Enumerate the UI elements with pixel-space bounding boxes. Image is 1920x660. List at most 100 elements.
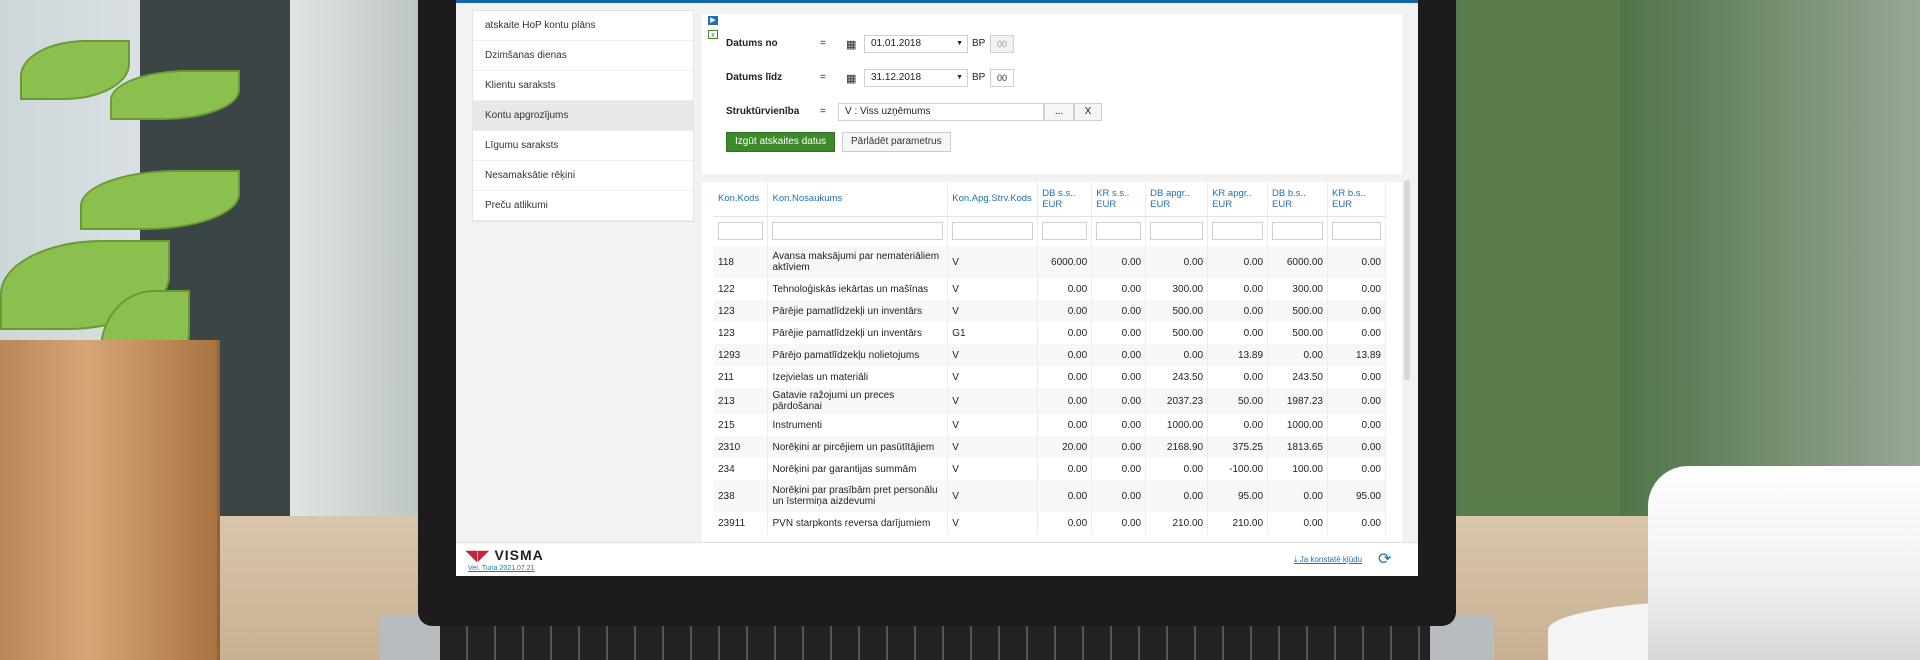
table-cell: 13.89	[1327, 344, 1387, 366]
col-header-kr-bs[interactable]: KR b.s.. EUR	[1327, 182, 1387, 217]
visma-logo: ◥◤ VISMA	[466, 547, 544, 564]
date-to-input[interactable]: 31.12.2018 ▼	[864, 69, 968, 87]
date-from-input[interactable]: 01.01.2018 ▼	[864, 35, 968, 53]
sidebar-item-dzimsanas-dienas[interactable]: Dzimšanas dienas	[473, 41, 693, 71]
refresh-icon[interactable]: ⟳	[1378, 549, 1391, 569]
download-icon: ⤓	[1294, 555, 1298, 564]
table-cell: 0.00	[1327, 512, 1387, 534]
col-header-kr-ss[interactable]: KR s.s.. EUR	[1091, 182, 1147, 217]
table-cell: Instrumenti	[767, 414, 949, 436]
filter-input-db-ss[interactable]	[1042, 222, 1088, 241]
table-row[interactable]: 238 Norēķini par prasībām pret personālu …	[714, 480, 1387, 512]
table-cell: 13.89	[1207, 344, 1269, 366]
date-from-code[interactable]: 00	[990, 35, 1014, 53]
filter-input-kr-apgr[interactable]	[1212, 222, 1264, 241]
filter-input-kr-bs[interactable]	[1331, 222, 1381, 241]
filter-cell	[1267, 216, 1328, 246]
reload-params-button[interactable]: Pārlādēt parametrus	[842, 132, 951, 152]
report-error-link[interactable]: ⤓ Ja konstatē kļūdu	[1294, 555, 1362, 565]
sidebar-item-hop-kontu-plans[interactable]: atskaite HoP kontu plāns	[473, 11, 693, 41]
table-row[interactable]: 213 Gatavie ražojumi un preces pārdošanai…	[714, 388, 1387, 414]
grid-scrollbar[interactable]	[1404, 180, 1410, 380]
dropdown-arrow-icon[interactable]: ▼	[956, 70, 963, 86]
col-header-db-bs[interactable]: DB b.s.. EUR	[1267, 182, 1328, 217]
version-link[interactable]: Ver. Tuna 2021.07.21	[468, 565, 535, 572]
unit-eq: =	[820, 106, 826, 117]
table-cell: 2168.90	[1145, 436, 1209, 458]
report-parameters: ▶ x Datums no = ▦ 01.01.2018 ▼ BP 00 Dat…	[702, 14, 1402, 174]
sidebar-item-nesamaksatie-rekini[interactable]: Nesamaksātie rēķini	[473, 161, 693, 191]
filter-input-strv-kods[interactable]	[952, 222, 1034, 241]
sidebar-item-precu-atlikumi[interactable]: Preču atlikumi	[473, 191, 693, 221]
col-header-kods[interactable]: Kon.Kods	[714, 182, 769, 217]
table-cell: 2310	[714, 436, 769, 458]
table-cell: 1813.65	[1267, 436, 1328, 458]
col-header-kr-apgr[interactable]: KR apgr.. EUR	[1207, 182, 1269, 217]
table-row[interactable]: 123 Pārējie pamatlīdzekļi un inventārs G1 0…	[714, 322, 1387, 344]
date-to-code[interactable]: 00	[990, 69, 1014, 87]
table-cell: 100.00	[1267, 458, 1328, 480]
table-cell: 210.00	[1145, 512, 1209, 534]
col-header-db-apgr[interactable]: DB apgr.. EUR	[1145, 182, 1209, 217]
filter-input-kr-ss[interactable]	[1096, 222, 1142, 241]
app-footer: ◥◤ VISMA Ver. Tuna 2021.07.21 ⤓ Ja konst…	[456, 542, 1418, 576]
table-cell: 234	[714, 458, 769, 480]
excel-icon[interactable]: x	[708, 30, 718, 39]
table-cell: V	[947, 436, 1039, 458]
table-cell: 0.00	[1327, 388, 1387, 414]
table-cell: 0.00	[1267, 512, 1328, 534]
sidebar-item-kontu-apgrozijums[interactable]: Kontu apgrozījums	[473, 101, 693, 131]
table-row[interactable]: 234 Norēķini par garantijas summām V 0.00 0.…	[714, 458, 1387, 480]
table-cell: 0.00	[1037, 458, 1093, 480]
table-cell: 0.00	[1327, 366, 1387, 388]
col-header-db-ss[interactable]: DB s.s.. EUR	[1037, 182, 1093, 217]
unit-browse-button[interactable]: ...	[1044, 103, 1074, 121]
table-row[interactable]: 215 Instrumenti V 0.00 0.00 1000.00 0.00 1000.0…	[714, 414, 1387, 436]
table-cell: 2037.23	[1145, 388, 1209, 414]
table-cell: 0.00	[1207, 278, 1269, 300]
table-cell: 0.00	[1327, 436, 1387, 458]
table-row[interactable]: 123 Pārējie pamatlīdzekļi un inventārs V 0.…	[714, 300, 1387, 322]
visma-mark-icon: ◥◤	[466, 547, 490, 563]
sidebar-item-ligumu-saraksts[interactable]: Līgumu saraksts	[473, 131, 693, 161]
table-row[interactable]: 23911 PVN starpkonts reversa darījumiem V 0…	[714, 512, 1387, 534]
table-cell: 238	[714, 480, 769, 512]
camera-icon[interactable]: ▶	[708, 16, 718, 25]
report-error-label: Ja konstatē kļūdu	[1299, 555, 1363, 564]
run-report-button[interactable]: Izgūt atskaites datus	[726, 132, 836, 152]
table-row[interactable]: 1293 Pārējo pamatlīdzekļu nolietojums V 0.0…	[714, 344, 1387, 366]
unit-clear-button[interactable]: X	[1074, 103, 1102, 121]
col-header-nosaukums[interactable]: Kon.Nosaukums	[767, 182, 949, 217]
table-row[interactable]: 211 Izejvielas un materiāli V 0.00 0.00 243.5…	[714, 366, 1387, 388]
filter-input-kods[interactable]	[718, 222, 764, 241]
table-row[interactable]: 122 Tehnoloģiskās iekārtas un mašīnas V 0.0…	[714, 278, 1387, 300]
table-cell: V	[947, 480, 1039, 512]
table-cell: V	[947, 278, 1039, 300]
table-cell: 0.00	[1091, 512, 1147, 534]
col-header-strv-kods[interactable]: Kon.Apg.Strv.Kods	[947, 182, 1039, 217]
sidebar-item-klientu-saraksts[interactable]: Klientu saraksts	[473, 71, 693, 101]
table-cell: 0.00	[1327, 300, 1387, 322]
table-cell: 0.00	[1327, 414, 1387, 436]
dropdown-arrow-icon[interactable]: ▼	[956, 36, 963, 52]
table-row[interactable]: 118 Avansa maksājumi par nemateriāliem ak…	[714, 246, 1387, 278]
table-cell: 0.00	[1207, 300, 1269, 322]
filter-input-nosaukums[interactable]	[772, 222, 944, 241]
table-row[interactable]: 2310 Norēķini ar pircējiem un pasūtītājie…	[714, 436, 1387, 458]
table-cell: 0.00	[1267, 480, 1328, 512]
table-cell: 500.00	[1145, 300, 1209, 322]
filter-input-db-apgr[interactable]	[1150, 222, 1204, 241]
table-cell: Tehnoloģiskās iekārtas un mašīnas	[767, 278, 949, 300]
unit-input[interactable]: V : Viss uzņēmums	[838, 103, 1044, 121]
calendar-icon[interactable]: ▦	[846, 72, 856, 85]
table-cell: 6000.00	[1037, 246, 1093, 278]
coffee-cup	[1648, 466, 1920, 660]
table-cell: 0.00	[1091, 344, 1147, 366]
calendar-icon[interactable]: ▦	[846, 38, 856, 51]
filter-input-db-bs[interactable]	[1272, 222, 1323, 241]
table-cell: 6000.00	[1267, 246, 1328, 278]
table-cell: Norēķini par garantijas summām	[767, 458, 949, 480]
table-cell: 0.00	[1091, 366, 1147, 388]
table-cell: 500.00	[1145, 322, 1209, 344]
table-cell: 0.00	[1091, 436, 1147, 458]
